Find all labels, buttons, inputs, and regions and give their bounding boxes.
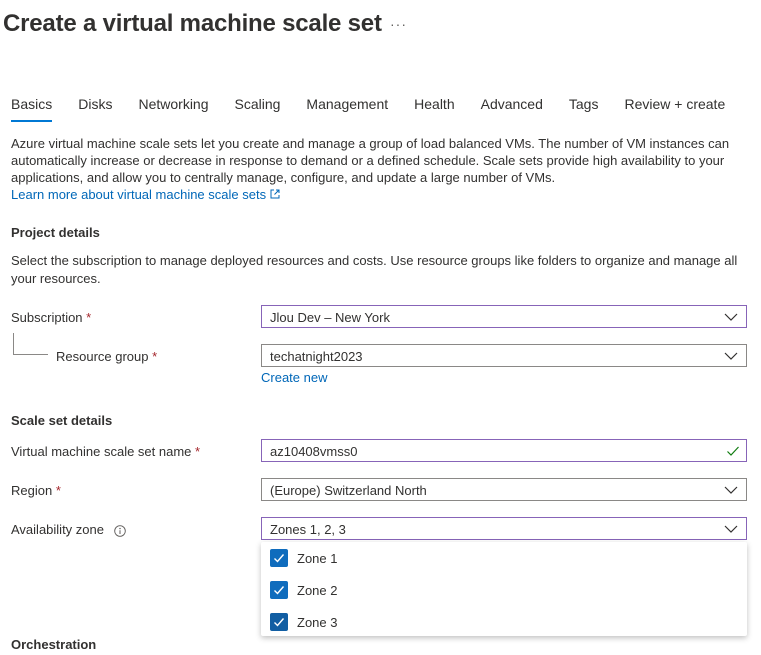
chevron-down-icon	[724, 525, 738, 533]
external-link-icon	[270, 189, 280, 199]
resource-group-value: techatnight2023	[270, 349, 363, 364]
zone-option-2[interactable]: Zone 2	[270, 580, 337, 600]
tab-advanced[interactable]: Advanced	[481, 96, 543, 122]
resource-group-select[interactable]: techatnight2023	[261, 344, 747, 367]
checkbox-checked[interactable]	[270, 613, 288, 631]
valid-check-icon	[727, 446, 739, 456]
checkbox-checked[interactable]	[270, 549, 288, 567]
availability-zone-dropdown: Zone 1 Zone 2 Zone 3	[261, 542, 747, 636]
zone-option-label: Zone 2	[297, 582, 338, 598]
create-new-link[interactable]: Create new	[261, 370, 327, 385]
project-details-description: Select the subscription to manage deploy…	[11, 253, 738, 286]
more-options-button[interactable]: ···	[390, 16, 407, 32]
required-marker: *	[195, 444, 201, 459]
chevron-down-icon	[724, 352, 738, 360]
region-label: Region *	[11, 483, 61, 498]
tab-basics[interactable]: Basics	[11, 96, 53, 122]
orchestration-heading: Orchestration	[11, 637, 97, 652]
subscription-value: Jlou Dev – New York	[270, 310, 390, 325]
required-marker: *	[152, 349, 158, 364]
zone-option-label: Zone 1	[297, 550, 338, 566]
tab-review-create[interactable]: Review + create	[624, 96, 725, 122]
intro-text: Azure virtual machine scale sets let you…	[11, 136, 730, 185]
tab-health[interactable]: Health	[414, 96, 454, 122]
learn-more-link-label: Learn more about virtual machine scale s…	[11, 187, 267, 202]
subscription-label-text: Subscription	[11, 310, 83, 325]
intro-section: Azure virtual machine scale sets let you…	[11, 135, 746, 203]
zone-option-3[interactable]: Zone 3	[270, 612, 337, 632]
region-label-text: Region	[11, 483, 53, 498]
project-details-heading: Project details	[11, 225, 100, 240]
chevron-down-icon	[724, 313, 738, 321]
chevron-down-icon	[724, 486, 738, 494]
region-select[interactable]: (Europe) Switzerland North	[261, 478, 747, 501]
vmss-name-label: Virtual machine scale set name *	[11, 444, 200, 459]
subscription-select[interactable]: Jlou Dev – New York	[261, 305, 747, 328]
check-icon	[274, 554, 285, 563]
scale-set-details-heading: Scale set details	[11, 413, 113, 428]
tab-bar: Basics Disks Networking Scaling Manageme…	[11, 96, 751, 122]
availability-zone-value: Zones 1, 2, 3	[270, 522, 346, 537]
region-value: (Europe) Switzerland North	[270, 483, 427, 498]
tab-tags[interactable]: Tags	[569, 96, 599, 122]
check-icon	[274, 586, 285, 595]
required-marker: *	[55, 483, 61, 498]
checkbox-checked[interactable]	[270, 581, 288, 599]
vmss-name-value: az10408vmss0	[270, 444, 358, 459]
page-title: Create a virtual machine scale set	[3, 10, 382, 37]
subscription-label: Subscription *	[11, 310, 91, 325]
tab-management[interactable]: Management	[306, 96, 388, 122]
resource-group-label-text: Resource group	[56, 349, 149, 364]
vmss-name-label-text: Virtual machine scale set name	[11, 444, 192, 459]
resource-group-label: Resource group *	[56, 349, 157, 364]
check-icon	[274, 618, 285, 627]
info-icon[interactable]	[113, 524, 126, 537]
vmss-name-input[interactable]: az10408vmss0	[261, 439, 747, 462]
zone-option-label: Zone 3	[297, 614, 338, 630]
tab-scaling[interactable]: Scaling	[235, 96, 281, 122]
tree-connector	[13, 333, 48, 355]
required-marker: *	[86, 310, 92, 325]
tab-disks[interactable]: Disks	[78, 96, 112, 122]
tab-networking[interactable]: Networking	[138, 96, 208, 122]
availability-zone-select[interactable]: Zones 1, 2, 3	[261, 517, 747, 540]
zone-option-1[interactable]: Zone 1	[270, 548, 337, 568]
availability-zone-label: Availability zone	[11, 522, 126, 537]
learn-more-link[interactable]: Learn more about virtual machine scale s…	[11, 187, 280, 202]
availability-zone-label-text: Availability zone	[11, 522, 104, 537]
